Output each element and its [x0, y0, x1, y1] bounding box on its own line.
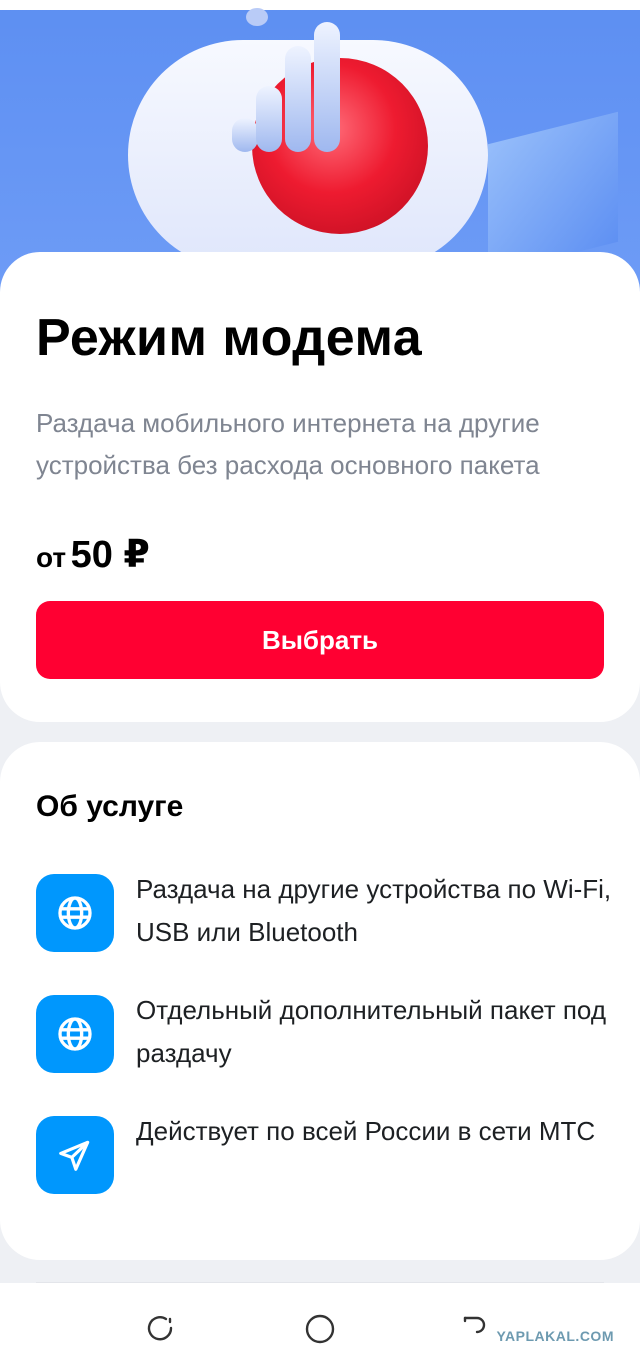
recents-icon[interactable] [140, 1309, 180, 1349]
feature-item: Отдельный дополнительный пакет под разда… [36, 995, 616, 1075]
price: от 50 ₽ [36, 532, 150, 577]
send-icon [36, 1116, 114, 1194]
signal-bar-1 [232, 118, 258, 152]
price-value: 50 ₽ [70, 534, 150, 576]
feature-item: Действует по всей России в сети МТС [36, 1116, 616, 1196]
status-bar [0, 0, 640, 10]
globe-icon [36, 874, 114, 952]
feature-item: Раздача на другие устройства по Wi-Fi, U… [36, 874, 616, 954]
price-prefix: от [36, 542, 67, 573]
service-description: Раздача мобильного интернета на другие у… [36, 408, 540, 480]
hero-drop-shape [246, 8, 268, 26]
globe-icon [36, 995, 114, 1073]
service-card: Режим модема Раздача мобильного интернет… [0, 252, 640, 722]
signal-bar-3 [285, 46, 311, 152]
select-button[interactable]: Выбрать [36, 601, 604, 679]
about-service-card: Об услуге Раздача на другие устройства п… [0, 742, 640, 1260]
feature-text: Раздача на другие устройства по Wi-Fi, U… [136, 874, 612, 947]
system-navigation-bar [0, 1283, 640, 1368]
signal-bar-4 [314, 22, 340, 152]
back-icon[interactable] [452, 1309, 492, 1349]
feature-text: Отдельный дополнительный пакет под разда… [136, 995, 606, 1068]
home-icon[interactable] [300, 1309, 340, 1349]
about-title: Об услуге [36, 790, 184, 823]
feature-text: Действует по всей России в сети МТС [136, 1116, 596, 1146]
hero-cube-shape [488, 111, 618, 275]
page-title: Режим модема [36, 309, 423, 367]
watermark: YAPLAKAL.COM [496, 1328, 614, 1344]
signal-bar-2 [256, 86, 282, 152]
